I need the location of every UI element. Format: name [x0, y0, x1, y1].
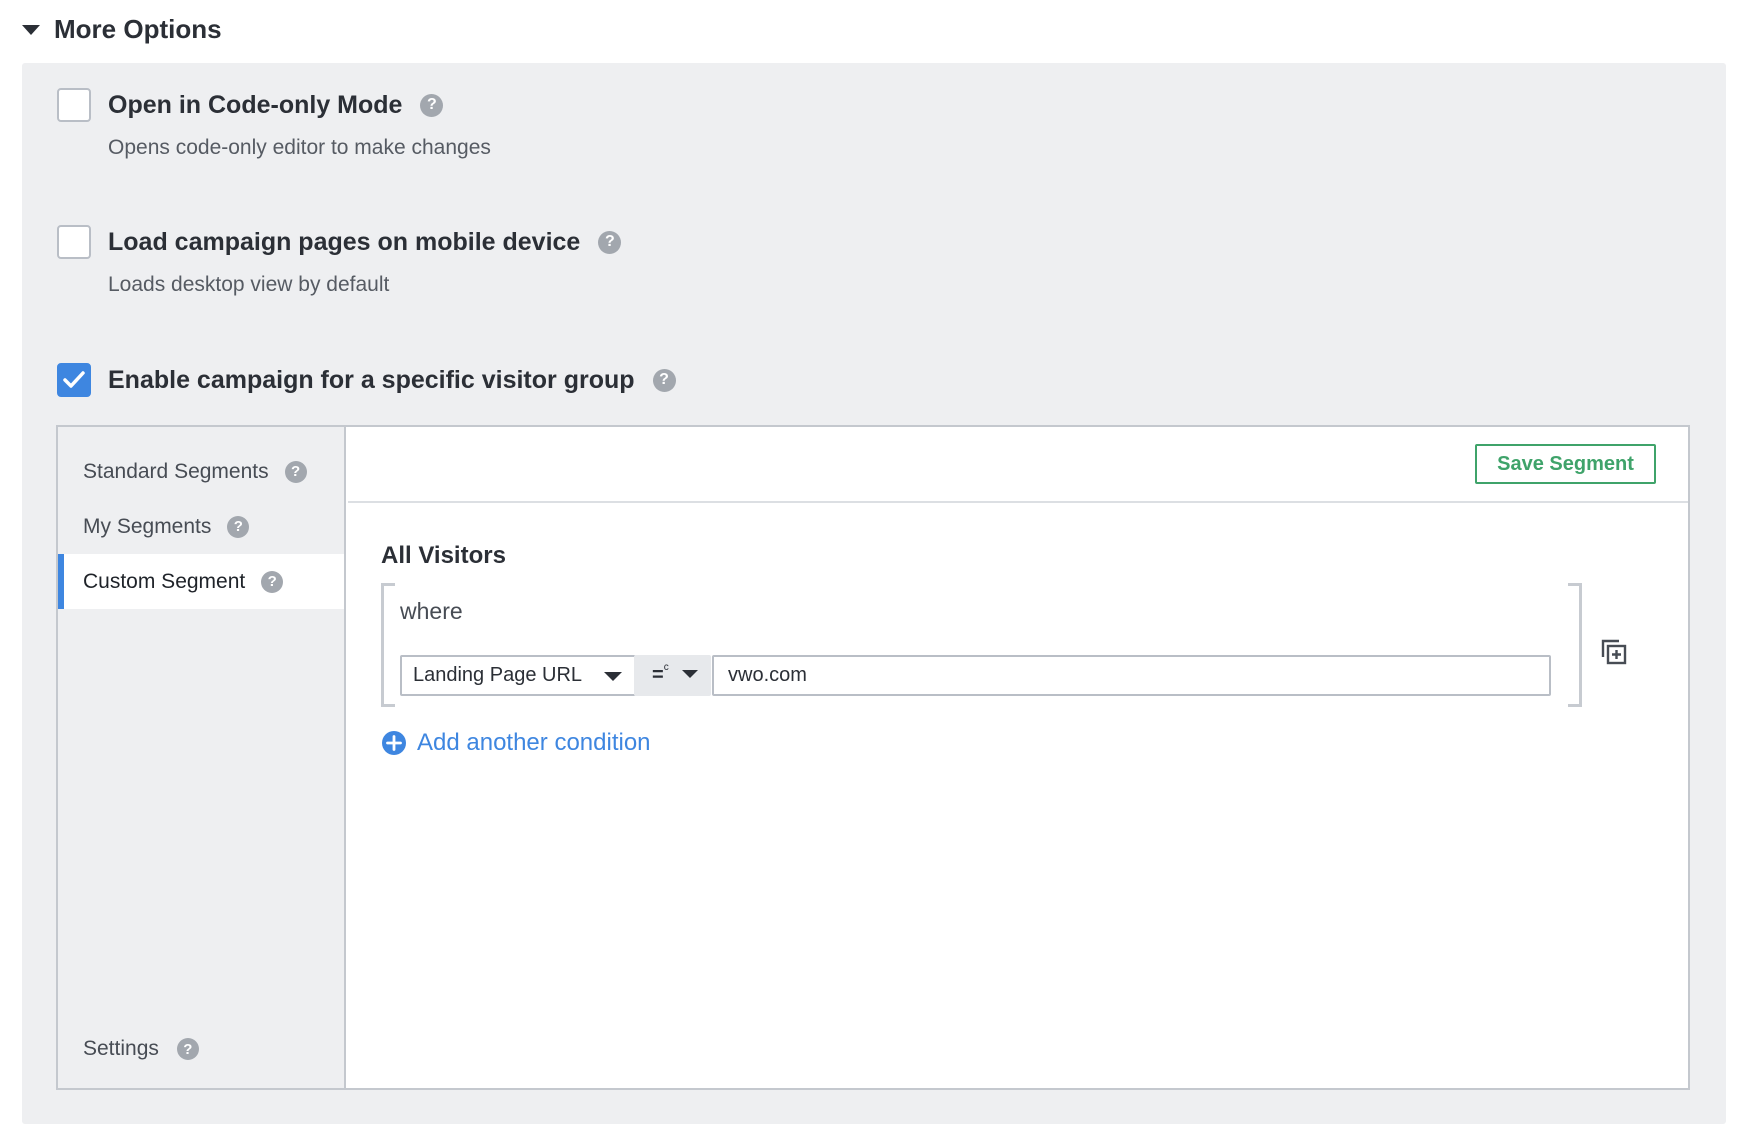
- segment-editor: Save Segment All Visitors where Landing …: [348, 427, 1688, 1088]
- help-icon[interactable]: ?: [598, 230, 622, 254]
- help-icon[interactable]: ?: [284, 460, 307, 483]
- attribute-select-value: Landing Page URL: [413, 664, 583, 686]
- help-icon[interactable]: ?: [420, 93, 444, 117]
- code-only-mode-description: Opens code-only editor to make changes: [108, 136, 491, 159]
- sidebar-item-label: Custom Segment: [83, 569, 246, 593]
- sidebar-item-label: Standard Segments: [83, 459, 269, 483]
- option-mobile-device: Load campaign pages on mobile device ? L…: [57, 225, 622, 297]
- group-title: All Visitors: [381, 542, 506, 569]
- plus-circle-icon: [382, 731, 406, 755]
- visitor-group-checkbox[interactable]: [57, 363, 91, 397]
- caret-down-icon: [22, 24, 40, 35]
- code-only-mode-label: Open in Code-only Mode: [108, 90, 403, 119]
- mobile-device-description: Loads desktop view by default: [108, 273, 390, 296]
- segment-builder: Standard Segments ? My Segments ? Custom…: [56, 425, 1690, 1090]
- mobile-device-label: Load campaign pages on mobile device: [108, 227, 581, 256]
- option-visitor-group: Enable campaign for a specific visitor g…: [57, 363, 676, 397]
- copy-add-icon[interactable]: [1601, 639, 1627, 670]
- sidebar-item-standard-segments[interactable]: Standard Segments ?: [58, 444, 344, 499]
- help-icon[interactable]: ?: [652, 368, 676, 392]
- check-icon: [63, 371, 85, 388]
- condition-value-input[interactable]: [712, 655, 1551, 696]
- segment-toolbar: Save Segment: [348, 427, 1688, 503]
- more-options-title: More Options: [54, 14, 222, 44]
- code-only-mode-checkbox[interactable]: [57, 88, 91, 122]
- operator-select[interactable]: = c: [634, 655, 711, 696]
- add-condition-label: Add another condition: [417, 729, 651, 756]
- sidebar-item-custom-segment[interactable]: Custom Segment ?: [58, 554, 344, 609]
- sidebar-item-my-segments[interactable]: My Segments ?: [58, 499, 344, 554]
- option-code-only-mode: Open in Code-only Mode ? Opens code-only…: [57, 88, 491, 160]
- help-icon[interactable]: ?: [176, 1038, 199, 1060]
- operator-select-value: =: [652, 664, 664, 686]
- segment-sidebar: Standard Segments ? My Segments ? Custom…: [58, 427, 346, 1088]
- help-icon[interactable]: ?: [227, 515, 250, 538]
- condition-group-bracket-left: [381, 583, 395, 707]
- where-label: where: [400, 598, 463, 624]
- mobile-device-checkbox[interactable]: [57, 225, 91, 259]
- chevron-down-icon: [682, 670, 698, 678]
- condition-group-bracket-right: [1568, 583, 1582, 707]
- operator-modifier: c: [663, 662, 669, 673]
- more-options-toggle[interactable]: More Options: [22, 14, 222, 45]
- chevron-down-icon: [604, 672, 622, 681]
- settings-label: Settings: [83, 1037, 159, 1060]
- sidebar-item-settings[interactable]: Settings ?: [83, 1037, 199, 1061]
- attribute-select[interactable]: Landing Page URL: [400, 655, 636, 696]
- help-icon[interactable]: ?: [261, 570, 284, 593]
- visitor-group-label: Enable campaign for a specific visitor g…: [108, 365, 635, 394]
- add-condition-button[interactable]: Add another condition: [381, 729, 651, 757]
- more-options-panel: Open in Code-only Mode ? Opens code-only…: [22, 63, 1726, 1124]
- sidebar-item-label: My Segments: [83, 514, 212, 538]
- save-segment-button[interactable]: Save Segment: [1475, 444, 1656, 484]
